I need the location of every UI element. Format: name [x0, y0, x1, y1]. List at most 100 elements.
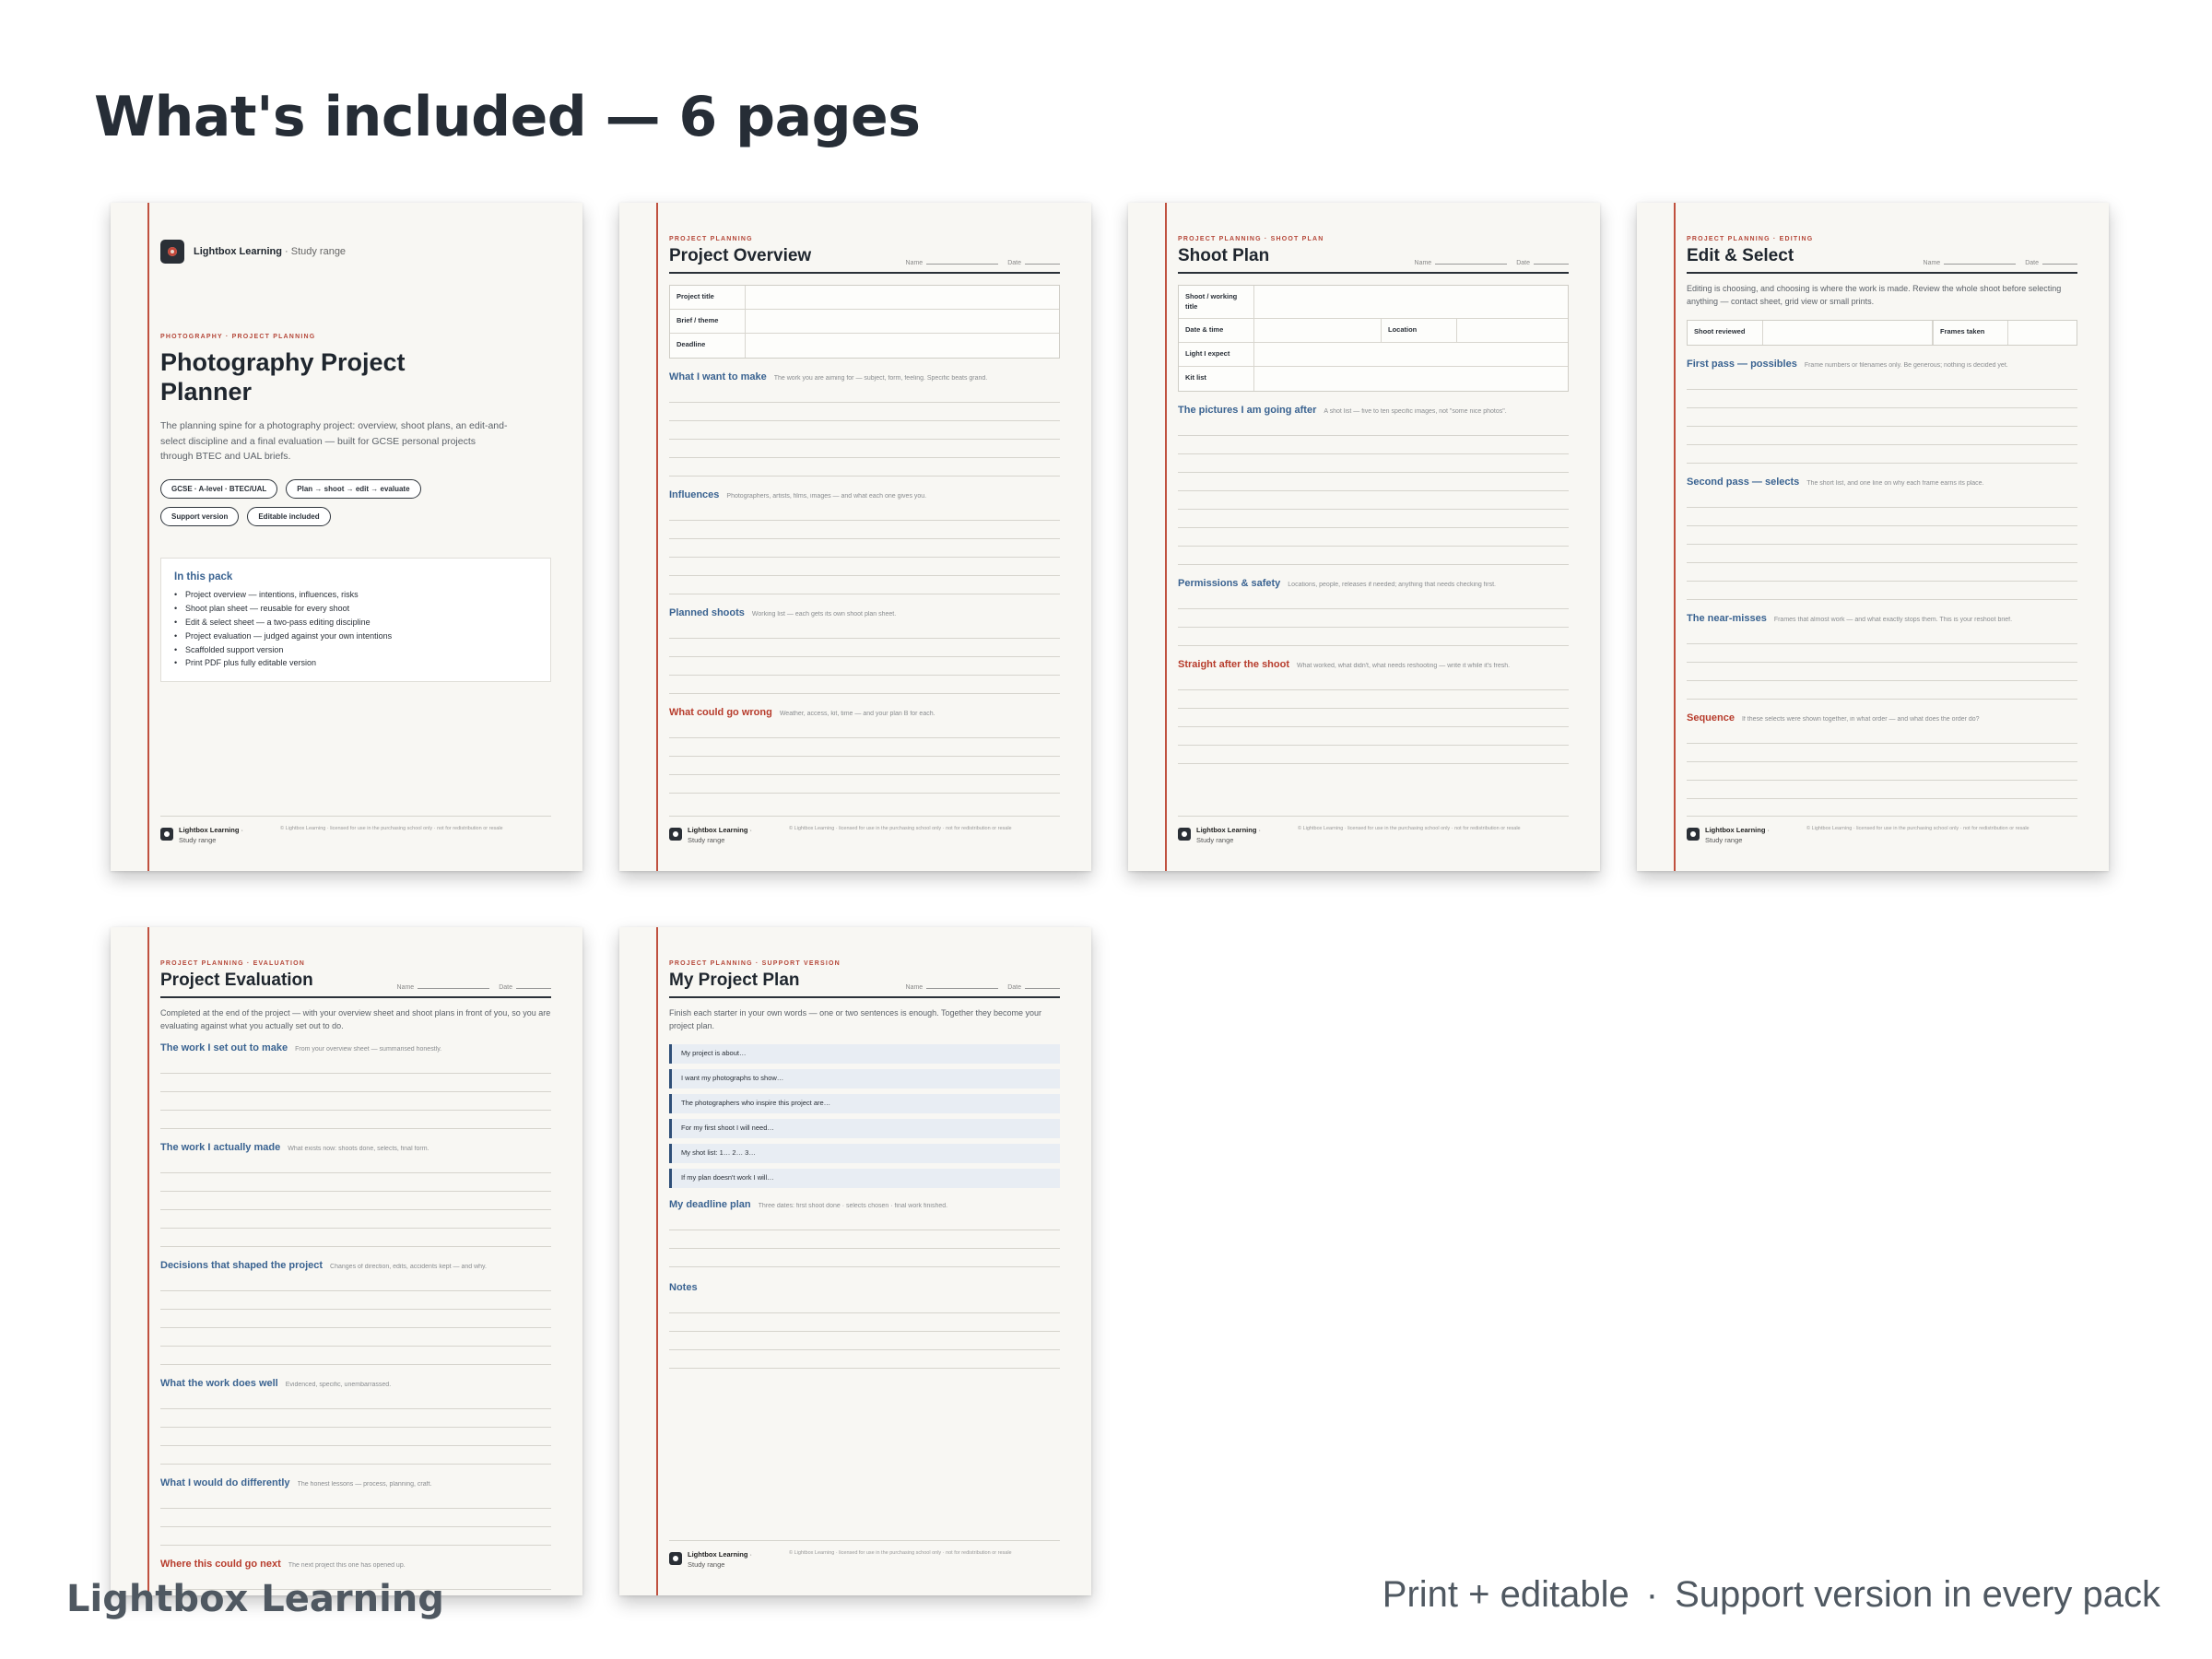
name-date-fields: Name Date — [906, 260, 1060, 266]
tagline-right: Support version in every pack — [1675, 1574, 2160, 1615]
cover-brand: Lightbox Learning · Study range — [160, 240, 551, 264]
prompt-starter[interactable]: I want my photographs to show… — [669, 1068, 1060, 1088]
writing-lines — [1687, 371, 2077, 464]
field-value[interactable] — [2008, 321, 2077, 345]
prompt-starter[interactable]: My shot list: 1… 2… 3… — [669, 1143, 1060, 1163]
name-label: Name — [905, 260, 924, 266]
field-label: Shoot / working title — [1179, 286, 1254, 318]
date-label: Date — [1007, 984, 1021, 991]
field-label: Location — [1382, 319, 1457, 342]
field-label: Shoot reviewed — [1688, 320, 1763, 345]
section-subtext: Working list — each gets its own shoot p… — [751, 611, 897, 618]
tagline-separator: · — [1645, 1574, 1659, 1615]
pack-item: Scaffolded support version — [174, 643, 537, 657]
margin-rule — [656, 927, 658, 1595]
section-heading: The work I actually made — [160, 1141, 281, 1153]
footer-logo-icon — [669, 1552, 682, 1565]
pill: Support version — [160, 507, 240, 527]
prompt-starter[interactable]: My project is about… — [669, 1043, 1060, 1064]
section-heading: The pictures I am going after — [1178, 405, 1317, 416]
page-intro: Completed at the end of the project — wi… — [160, 1008, 551, 1030]
pack-title: In this pack — [174, 571, 233, 583]
section-subtext: The next project this one has opened up. — [288, 1561, 406, 1569]
date-label: Date — [499, 984, 512, 991]
section-heading: Where this could go next — [160, 1558, 281, 1570]
field-value[interactable] — [1254, 319, 1382, 342]
name-label: Name — [396, 984, 415, 991]
field-value[interactable] — [746, 310, 1059, 333]
pack-item: Shoot plan sheet — reusable for every sh… — [174, 602, 537, 616]
section-subtext: The short list, and one line on why each… — [1806, 479, 1984, 487]
field-value[interactable] — [1254, 367, 1568, 391]
section-subtext: The honest lessons — process, planning, … — [297, 1480, 432, 1488]
cover-description: The planning spine for a photography pro… — [160, 419, 508, 463]
pack-contents-box: In this pack Project overview — intentio… — [160, 558, 551, 683]
footer-license: © Lightbox Learning · licensed for use i… — [280, 826, 503, 831]
section-subtext: What worked, what didn't, what needs res… — [1297, 663, 1511, 669]
pack-list: Project overview — intentions, influence… — [174, 588, 537, 670]
writing-lines — [669, 620, 1060, 694]
shoot-field-table: Shoot / working title Date & time Locatio… — [1178, 285, 1569, 392]
prompt-starter[interactable]: If my plan doesn't work I will… — [669, 1168, 1060, 1188]
name-label: Name — [1923, 260, 1941, 266]
field-value[interactable] — [1254, 343, 1568, 366]
section-subtext: A shot list — five to ten specific image… — [1324, 408, 1507, 415]
page-thumbnail-edit-select[interactable]: PROJECT PLANNING · EDITING Edit & Select… — [1637, 203, 2109, 871]
name-label: Name — [905, 984, 924, 991]
writing-lines — [1687, 489, 2077, 600]
page-kicker: PROJECT PLANNING · SUPPORT VERSION — [669, 960, 841, 967]
page-footer: Lightbox Learning · Study range © Lightb… — [1687, 816, 2077, 845]
page-thumbnail-overview[interactable]: PROJECT PLANNING Project Overview Name Da… — [619, 203, 1091, 871]
footer-brand: Lightbox Learning — [179, 826, 240, 834]
margin-rule — [656, 203, 658, 871]
page-kicker: PROJECT PLANNING — [669, 236, 753, 242]
page-kicker: PROJECT PLANNING · EVALUATION — [160, 960, 306, 967]
section-subtext: From your overview sheet — summarised ho… — [295, 1045, 442, 1053]
field-label: Brief / theme — [670, 310, 746, 333]
section-heading: Decisions that shaped the project — [160, 1259, 324, 1271]
prompt-starter[interactable]: For my first shoot I will need… — [669, 1118, 1060, 1138]
name-date-fields: Name Date — [1924, 260, 2077, 266]
prompt-starter[interactable]: The photographers who inspire this proje… — [669, 1093, 1060, 1113]
footer-brand: Lightbox Learning — [1705, 826, 1766, 834]
page-thumbnail-shoot-plan[interactable]: PROJECT PLANNING · SHOOT PLAN Shoot Plan… — [1128, 203, 1600, 871]
writing-lines — [160, 1490, 551, 1546]
date-label: Date — [2025, 260, 2039, 266]
section-subtext: Weather, access, kit, time — and your pl… — [779, 711, 935, 717]
field-value[interactable] — [1457, 319, 1568, 342]
page-kicker: PROJECT PLANNING · SHOOT PLAN — [1178, 236, 1324, 242]
section-subtext: The work you are aiming for — subject, f… — [773, 375, 988, 382]
page-thumbnail-cover[interactable]: Lightbox Learning · Study range PHOTOGRA… — [111, 203, 582, 871]
field-label: Frames taken — [1933, 320, 2008, 345]
lightbox-logo-icon — [160, 240, 184, 264]
field-value[interactable] — [1763, 320, 1933, 345]
section-subtext: Frame numbers or filenames only. Be gene… — [1804, 361, 2008, 369]
section-heading: The work I set out to make — [160, 1041, 288, 1053]
writing-lines — [669, 384, 1060, 477]
section-subtext: What exists now: shoots done, selects, f… — [288, 1145, 429, 1152]
section-subtext: Evidenced, specific, unembarrassed. — [285, 1381, 392, 1388]
field-label: Kit list — [1179, 367, 1254, 391]
field-value[interactable] — [1254, 286, 1568, 318]
field-value[interactable] — [746, 286, 1059, 309]
page-thumbnail-evaluation[interactable]: PROJECT PLANNING · EVALUATION Project Ev… — [111, 927, 582, 1595]
page-thumbnail-support[interactable]: PROJECT PLANNING · SUPPORT VERSION My Pr… — [619, 927, 1091, 1595]
field-value[interactable] — [746, 334, 1059, 358]
name-date-fields: Name Date — [397, 984, 551, 991]
page-title: Project Evaluation — [160, 971, 313, 990]
footer-brand: Lightbox Learning — [688, 826, 748, 834]
margin-rule — [147, 203, 149, 871]
footer-logo-icon — [160, 828, 173, 841]
overview-field-table: Project title Brief / theme Deadline — [669, 285, 1060, 359]
name-date-fields: Name Date — [906, 984, 1060, 991]
section-heading: What I would do differently — [160, 1477, 290, 1488]
page-intro: Finish each starter in your own words — … — [669, 1008, 1042, 1030]
pack-item: Print PDF plus fully editable version — [174, 656, 537, 670]
writing-lines — [1687, 626, 2077, 700]
footer-brand: Lightbox Learning — [1196, 826, 1257, 834]
tagline-left: Print + editable — [1382, 1574, 1630, 1615]
section-subtext: Locations, people, releases if needed; a… — [1288, 582, 1496, 588]
margin-rule — [147, 927, 149, 1595]
section-subtext: Three dates: first shoot done · selects … — [758, 1202, 948, 1209]
section-heading: The near-misses — [1687, 612, 1767, 624]
